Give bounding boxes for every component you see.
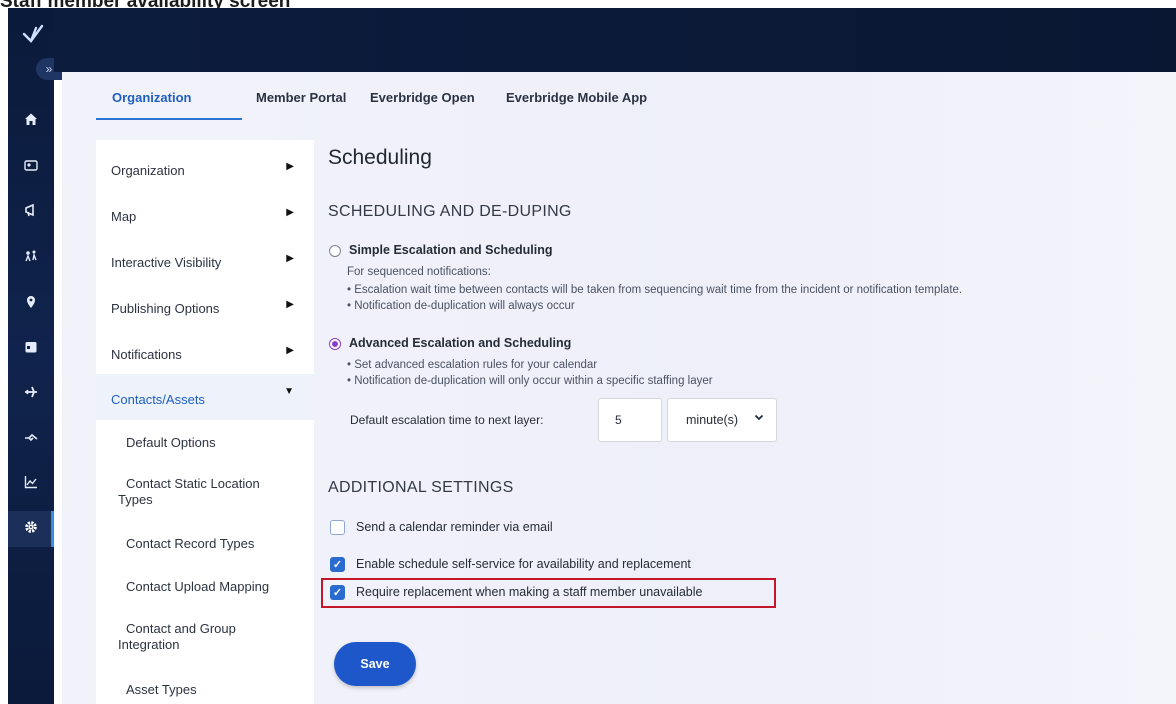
everbridge-logo-icon [22,22,44,44]
calendar-reminder-checkbox[interactable] [330,520,345,535]
expand-arrow-icon: ▶ [286,253,294,264]
nav-rail: » [8,8,62,704]
home-icon[interactable] [21,111,41,131]
calendar-icon[interactable] [21,339,41,359]
sidebar-item-notifications[interactable]: Notifications ▶ [96,329,314,375]
sidebar-item-contacts-assets[interactable]: Contacts/Assets ▼ [96,374,314,420]
sidebar-subitem-contact-group-integration[interactable]: Contact and Group Integration [96,610,314,670]
expand-arrow-icon: ▶ [286,207,294,218]
simple-escalation-desc: • Notification de-duplication will alway… [347,300,575,312]
expand-arrow-icon: ▶ [286,299,294,310]
simple-escalation-desc: For sequenced notifications: [347,266,491,278]
section-title-scheduling: SCHEDULING AND DE-DUPING [328,203,572,220]
escalation-unit-select[interactable]: minute(s) [667,398,777,442]
plane-icon[interactable] [21,384,41,404]
sidebar-subitem-default-options[interactable]: Default Options [96,420,314,464]
sidebar-item-organization[interactable]: Organization ▶ [96,145,314,191]
active-tab-underline [96,118,242,120]
expand-arrow-icon: ▶ [286,161,294,172]
sidebar-item-label: Notifications [111,347,182,362]
sidebar-subitem-label: Contact and Group Integration [118,621,236,652]
contacts-icon[interactable] [21,157,41,177]
escalation-time-input[interactable]: 5 [598,398,662,442]
sidebar-subitem-contact-record-types[interactable]: Contact Record Types [96,522,314,566]
sidebar-subitem-contact-static-location-types[interactable]: Contact Static Location Types [96,464,314,522]
sidebar-item-interactive-visibility[interactable]: Interactive Visibility ▶ [96,237,314,283]
simple-escalation-label: Simple Escalation and Scheduling [349,243,553,257]
save-button[interactable]: Save [334,642,416,686]
simple-escalation-radio[interactable] [329,245,341,257]
sidebar-subitem-label: Contact Record Types [126,536,255,551]
gear-icon[interactable] [21,519,41,539]
sidebar-item-label: Organization [111,163,185,178]
handshake-icon[interactable] [21,429,41,449]
collapse-arrow-icon: ▼ [284,386,294,397]
escalation-time-label: Default escalation time to next layer: [350,413,544,427]
tab-everbridge-mobile-app[interactable]: Everbridge Mobile App [506,90,647,105]
sidebar-item-map[interactable]: Map ▶ [96,191,314,237]
sidebar-subitem-contact-upload-mapping[interactable]: Contact Upload Mapping [96,566,314,610]
sidebar-item-label: Map [111,209,137,224]
advanced-escalation-radio[interactable] [329,338,341,350]
megaphone-icon[interactable] [21,202,41,222]
tab-everbridge-open[interactable]: Everbridge Open [370,90,475,105]
advanced-escalation-desc: • Notification de-duplication will only … [347,375,713,387]
chart-icon[interactable] [21,474,41,494]
location-icon[interactable] [21,294,41,314]
sidebar-item-label: Contacts/Assets [111,392,205,407]
tab-member-portal[interactable]: Member Portal [256,90,346,105]
highlight-box [321,578,776,608]
sidebar-item-label: Interactive Visibility [111,255,222,270]
sidebar-subitem-asset-types[interactable]: Asset Types [96,670,314,704]
people-icon[interactable] [21,248,41,268]
settings-sidebar: Organization ▶ Map ▶ Interactive Visibil… [96,140,314,704]
sidebar-item-label: Publishing Options [111,301,220,316]
tab-organization[interactable]: Organization [112,90,191,105]
calendar-reminder-label: Send a calendar reminder via email [356,520,553,534]
page-title: Scheduling [328,146,432,169]
simple-escalation-desc: • Escalation wait time between contacts … [347,284,963,296]
escalation-unit-value: minute(s) [686,413,739,427]
self-service-checkbox[interactable]: ✓ [330,557,345,572]
section-title-additional: ADDITIONAL SETTINGS [328,479,514,496]
expand-arrow-icon: ▶ [286,345,294,356]
chevron-down-icon [754,412,764,425]
top-header-bar [54,8,1176,72]
advanced-escalation-label: Advanced Escalation and Scheduling [349,336,572,350]
self-service-label: Enable schedule self-service for availab… [356,557,691,571]
app-frame: Staff member availability screen » [0,0,1176,704]
sidebar-subitem-label: Contact Static Location Types [118,476,260,507]
sidebar-subitem-label: Asset Types [126,682,197,697]
advanced-escalation-desc: • Set advanced escalation rules for your… [347,359,598,371]
sidebar-item-publishing-options[interactable]: Publishing Options ▶ [96,283,314,329]
sidebar-subitem-label: Contact Upload Mapping [126,579,270,594]
sidebar-subitem-label: Default Options [126,435,216,450]
